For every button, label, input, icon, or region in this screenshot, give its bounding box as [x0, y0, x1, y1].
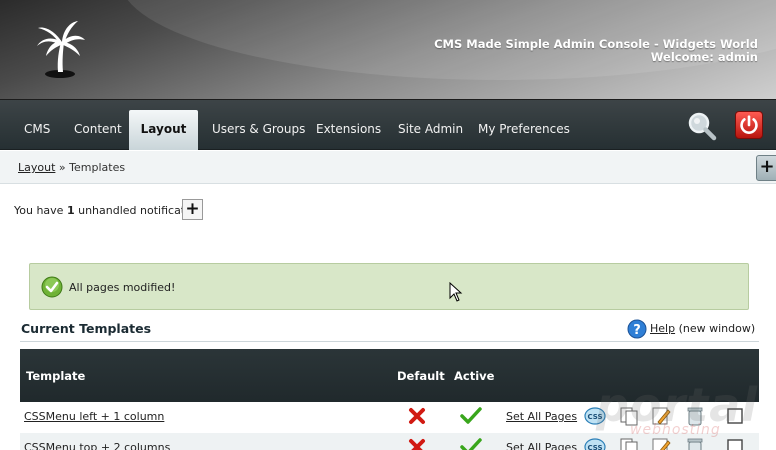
- check-circle-icon: [41, 276, 63, 298]
- nav-item-layout[interactable]: Layout: [129, 110, 198, 150]
- template-name-link[interactable]: CSSMenu top + 2 columns: [24, 441, 170, 450]
- template-name-link[interactable]: CSSMenu left + 1 column: [24, 410, 164, 423]
- help-note: (new window): [678, 322, 756, 335]
- set-all-pages-link[interactable]: Set All Pages: [506, 441, 577, 450]
- success-message: All pages modified!: [29, 263, 749, 310]
- nav-item-my-preferences[interactable]: My Preferences: [464, 110, 584, 150]
- main-nav: CMS Content Layout Users & Groups Extens…: [0, 100, 776, 150]
- help-icon[interactable]: ?: [627, 319, 647, 339]
- select-checkbox-icon[interactable]: [724, 436, 746, 450]
- palm-tree-logo-icon[interactable]: [34, 18, 86, 80]
- nav-item-cms[interactable]: CMS: [10, 110, 64, 150]
- css-icon[interactable]: CSS: [584, 436, 606, 450]
- check-icon[interactable]: [460, 438, 482, 450]
- power-icon: [740, 115, 758, 134]
- notification-text: You have 1 unhandled notification: [14, 204, 202, 217]
- cross-icon[interactable]: [408, 438, 426, 450]
- site-info: CMS Made Simple Admin Console - Widgets …: [434, 38, 758, 64]
- delete-icon[interactable]: [684, 436, 706, 450]
- help-link-group: Help (new window): [650, 322, 755, 335]
- check-icon[interactable]: [460, 407, 482, 425]
- nav-item-extensions[interactable]: Extensions: [302, 110, 395, 150]
- column-header-template[interactable]: Template: [26, 369, 85, 383]
- section-divider: [20, 341, 759, 342]
- help-link[interactable]: Help: [650, 322, 675, 335]
- header-banner: CMS Made Simple Admin Console - Widgets …: [0, 0, 776, 100]
- notification-prefix: You have: [14, 204, 64, 217]
- column-header-default[interactable]: Default: [397, 369, 445, 383]
- breadcrumb: Layout » Templates: [18, 161, 125, 174]
- breadcrumb-bar: Layout » Templates: [0, 151, 776, 184]
- copy-icon[interactable]: [618, 436, 640, 450]
- logout-button[interactable]: [735, 111, 763, 139]
- breadcrumb-separator: »: [58, 161, 66, 174]
- edit-icon[interactable]: [650, 436, 672, 450]
- svg-text:?: ?: [633, 323, 641, 338]
- set-all-pages-link[interactable]: Set All Pages: [506, 410, 577, 423]
- svg-text:CSS: CSS: [587, 444, 602, 450]
- notification-count: 1: [66, 204, 75, 217]
- magnifier-icon[interactable]: [686, 111, 718, 141]
- sidebar-toggle-button[interactable]: +: [756, 155, 776, 181]
- column-header-active[interactable]: Active: [454, 369, 494, 383]
- breadcrumb-layout-link[interactable]: Layout: [18, 161, 55, 174]
- watermark-sub: webhosting: [630, 422, 721, 438]
- success-message-text: All pages modified!: [69, 281, 176, 294]
- mouse-cursor-icon: [449, 282, 463, 302]
- section-title: Current Templates: [21, 321, 152, 336]
- breadcrumb-current: Templates: [69, 161, 126, 174]
- cross-icon[interactable]: [408, 407, 426, 425]
- nav-item-content[interactable]: Content: [60, 110, 136, 150]
- welcome-user: Welcome: admin: [650, 50, 758, 64]
- notification-expand-button[interactable]: +: [182, 199, 203, 220]
